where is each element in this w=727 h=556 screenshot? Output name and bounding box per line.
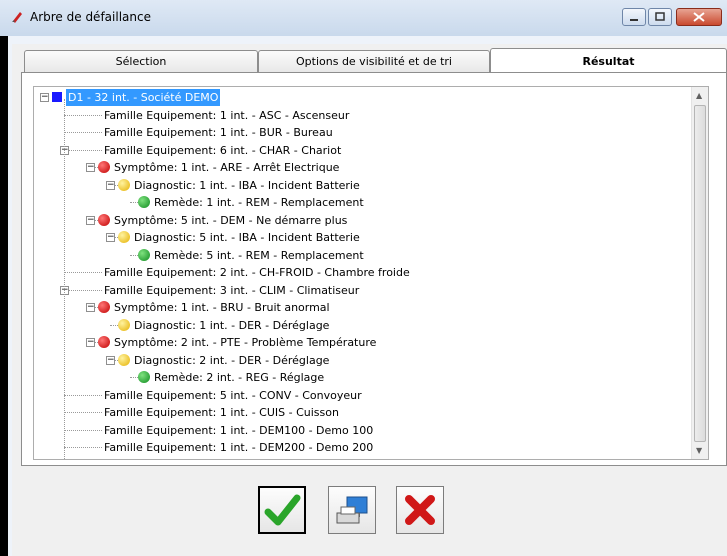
tab-result[interactable]: Résultat (490, 48, 727, 73)
tree-node[interactable]: − Symptôme: 5 int. - DEM - Ne démarre plu… (34, 212, 684, 229)
tree-node[interactable]: Famille Equipement: 1 int. - DEM100 - De… (34, 422, 684, 439)
minimize-icon (630, 19, 638, 21)
collapse-toggle-icon[interactable]: − (106, 180, 115, 190)
tab-visibility-options[interactable]: Options de visibilité et de tri (258, 50, 490, 72)
tree-node[interactable]: Remède: 2 int. - REG - Réglage (34, 369, 684, 386)
tree-node-label: Famille Equipement: 3 int. - CLIM - Clim… (104, 283, 360, 297)
collapse-toggle-icon[interactable]: − (86, 303, 95, 312)
close-button[interactable] (676, 8, 722, 26)
tree-node-label: Remède: 2 int. - REG - Réglage (154, 371, 325, 384)
tree-node[interactable]: − Symptôme: 2 int. - PTE - Problème Tempé… (34, 334, 684, 351)
tree-node-label: Symptôme: 1 int. - BRU - Bruit anormal (114, 301, 330, 314)
tree-connector (64, 429, 102, 431)
tree-node[interactable]: − Famille Equipement: 6 int. - CHAR - Cha… (34, 142, 684, 159)
tree-node-label: Famille Equipement: 1 int. - BUR - Burea… (104, 126, 333, 139)
tree-node[interactable]: Famille Equipement: 1 int. - BUR - Burea… (34, 124, 684, 141)
tree-node-label: Famille Equipement: 1 int. - CUIS - Cuis… (104, 406, 339, 419)
tree-node-label: Symptôme: 5 int. - DEM - Ne démarre plus (114, 213, 348, 227)
tree-node-label: Famille Equipement: 6 int. - CHAR - Char… (104, 143, 342, 157)
tree-node[interactable]: Famille Equipement: 1 int. - ASC - Ascen… (34, 107, 684, 124)
tree-node[interactable]: Famille Equipement: 2 int. - CH-FROID - … (34, 264, 684, 281)
tree-node[interactable]: Remède: 5 int. - REM - Remplacement (34, 247, 684, 264)
window: Arbre de défaillance Sélection Options d… (0, 0, 727, 556)
red-x-icon (405, 495, 435, 525)
tree-node[interactable]: − Symptôme: 1 int. - BRU - Bruit anormal (34, 299, 684, 316)
tree-node-label: Diagnostic: 1 int. - IBA - Incident Batt… (134, 178, 360, 192)
tree-node[interactable]: − D1 - 32 int. - Société DEMO (34, 89, 684, 106)
tree-connector (64, 149, 102, 151)
collapse-toggle-icon[interactable]: − (106, 355, 115, 365)
red-status-dot-icon (98, 336, 110, 348)
tree-node[interactable]: − Famille Equipement: 3 int. - CLIM - Cli… (34, 282, 684, 299)
tree-node-label: Symptôme: 1 int. - ARE - Arrêt Electriqu… (114, 161, 340, 174)
collapse-toggle-icon[interactable]: − (86, 215, 95, 225)
yellow-status-dot-icon (118, 231, 130, 243)
tree-connector (64, 289, 102, 291)
cancel-button[interactable] (396, 486, 444, 534)
tree-trunk-line (64, 99, 65, 459)
vertical-scrollbar[interactable]: ▲ ▼ (691, 87, 708, 459)
maximize-icon (655, 12, 665, 21)
tree-node-label: Famille Equipement: 1 int. - ASC - Ascen… (104, 108, 350, 122)
tree-node[interactable]: Famille Equipement: 1 int. - CUIS - Cuis… (34, 404, 684, 421)
tree-node[interactable]: Famille Equipement: 1 int. - DEM200 - De… (34, 439, 684, 456)
collapse-toggle-icon[interactable]: − (86, 338, 95, 347)
tree-node-label: Remède: 1 int. - REM - Remplacement (154, 196, 364, 209)
tree-node[interactable]: − Diagnostic: 5 int. - IBA - Incident Bat… (34, 229, 684, 246)
tree-node-label: Famille Equipement: 2 int. - CH-FROID - … (104, 266, 410, 279)
ok-button[interactable] (258, 486, 306, 534)
tree-connector (64, 394, 102, 396)
tree-node-label: Remède: 5 int. - REM - Remplacement (154, 248, 364, 262)
scrollbar-thumb[interactable] (694, 105, 706, 442)
tree-node-label: Diagnostic: 2 int. - DER - Déréglage (134, 353, 330, 367)
collapse-toggle-icon[interactable]: − (86, 163, 95, 172)
window-title: Arbre de défaillance (30, 10, 151, 24)
green-status-dot-icon (138, 371, 150, 383)
red-status-dot-icon (98, 301, 110, 313)
printer-monitor-icon (336, 496, 368, 524)
tree-node[interactable]: − Diagnostic: 1 int. - IBA - Incident Bat… (34, 177, 684, 194)
green-status-dot-icon (138, 196, 150, 208)
tree-node[interactable]: − Diagnostic: 2 int. - DER - Déréglage (34, 352, 684, 369)
tree-connector (64, 447, 102, 448)
collapse-toggle-icon[interactable]: − (106, 233, 115, 242)
maximize-button[interactable] (648, 8, 672, 26)
collapse-toggle-icon[interactable]: − (40, 93, 49, 102)
tree-node-label: Famille Equipement: 5 int. - CONV - Conv… (104, 388, 362, 402)
tree-connector (64, 272, 102, 273)
minimize-button[interactable] (622, 8, 646, 26)
green-status-dot-icon (138, 248, 150, 261)
tree-node-label: Diagnostic: 5 int. - IBA - Incident Batt… (134, 231, 360, 244)
yellow-status-dot-icon (118, 178, 130, 191)
tree-node[interactable]: − Symptôme: 1 int. - ARE - Arrêt Electriq… (34, 159, 684, 176)
print-button[interactable] (328, 486, 376, 534)
close-icon (693, 12, 705, 22)
tab-selection[interactable]: Sélection (24, 50, 258, 72)
red-status-dot-icon (98, 213, 110, 226)
tree-node-label: Symptôme: 2 int. - PTE - Problème Tempér… (114, 336, 377, 349)
tree-connector (64, 132, 102, 133)
tree-node-label: Diagnostic: 1 int. - DER - Déréglage (134, 318, 330, 332)
scroll-up-icon[interactable]: ▲ (696, 91, 702, 100)
app-icon (12, 12, 22, 23)
tree-node[interactable]: Remède: 1 int. - REM - Remplacement (34, 194, 684, 211)
yellow-status-dot-icon (118, 353, 130, 366)
red-status-dot-icon (98, 161, 110, 173)
yellow-status-dot-icon (118, 318, 130, 331)
tree-node[interactable]: Diagnostic: 1 int. - DER - Déréglage (34, 317, 684, 334)
company-square-icon (52, 92, 62, 102)
scroll-down-icon[interactable]: ▼ (696, 446, 702, 455)
title-bar: Arbre de défaillance (0, 0, 727, 36)
tree-connector (64, 412, 102, 413)
tree-connector (64, 114, 102, 116)
tree-node[interactable]: Famille Equipement: 5 int. - CONV - Conv… (34, 387, 684, 404)
tree-node-label: Famille Equipement: 1 int. - DEM200 - De… (104, 441, 374, 454)
tree-node-label: Famille Equipement: 1 int. - DEM100 - De… (104, 423, 374, 437)
failure-tree[interactable]: − D1 - 32 int. - Société DEMO Famille Equi… (33, 86, 709, 460)
green-checkmark-icon (264, 494, 301, 526)
tree-node-label: D1 - 32 int. - Société DEMO (66, 89, 221, 106)
